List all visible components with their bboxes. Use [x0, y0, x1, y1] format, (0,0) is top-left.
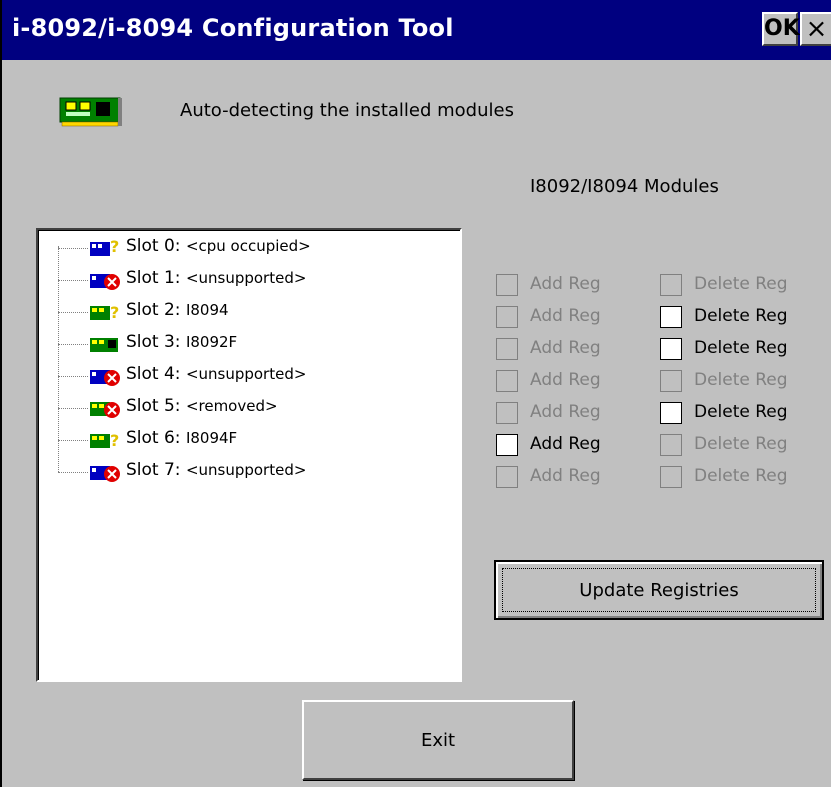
- slot-status: <unsupported>: [185, 365, 307, 383]
- window-title: i-8092/i-8094 Configuration Tool: [12, 14, 454, 42]
- slot-label: Slot 6: I8094F: [126, 428, 237, 448]
- close-button[interactable]: ×: [800, 12, 831, 46]
- tree-branch-line: [58, 376, 88, 377]
- slot-number: Slot 4:: [126, 364, 181, 384]
- tree-branch-line: [58, 408, 88, 409]
- status-message: Auto-detecting the installed modules: [180, 100, 514, 121]
- tree-item-slot-3[interactable]: Slot 3: I8092F: [58, 328, 458, 360]
- module-question-icon: ?: [90, 431, 119, 450]
- update-registries-label: Update Registries: [579, 580, 739, 601]
- add-reg-label: Add Reg: [530, 274, 601, 294]
- delete-reg-label: Delete Reg: [694, 338, 788, 358]
- slot-number: Slot 7:: [126, 460, 181, 480]
- slot-status: <unsupported>: [185, 269, 307, 287]
- slot-label: Slot 1: <unsupported>: [126, 268, 306, 288]
- circuit-board-icon: [59, 97, 122, 127]
- add-reg-checkbox: [496, 402, 518, 424]
- delete-reg-label: Delete Reg: [694, 306, 788, 326]
- add-reg-checkbox[interactable]: [496, 434, 518, 456]
- tree-item-slot-6[interactable]: ? Slot 6: I8094F: [58, 424, 458, 456]
- slot-label: Slot 0: <cpu occupied>: [126, 236, 311, 256]
- add-reg-checkbox: [496, 370, 518, 392]
- update-registries-button[interactable]: Update Registries: [494, 560, 824, 620]
- delete-reg-checkbox: [660, 466, 682, 488]
- slot-label: Slot 4: <unsupported>: [126, 364, 306, 384]
- tree-item-slot-0[interactable]: ? Slot 0: <cpu occupied>: [58, 232, 458, 264]
- slot-status: I8094: [185, 301, 229, 319]
- slot-number: Slot 5:: [126, 396, 181, 416]
- tree-branch-line: [58, 440, 88, 441]
- module-question-icon: ?: [90, 303, 119, 322]
- exit-label: Exit: [420, 730, 456, 751]
- tree-item-slot-7[interactable]: Slot 7: <unsupported>: [58, 456, 458, 488]
- tree-branch-line: [58, 280, 88, 281]
- delete-reg-checkbox[interactable]: [660, 402, 682, 424]
- exit-button[interactable]: Exit: [302, 700, 574, 780]
- slot-status: <removed>: [185, 397, 278, 415]
- add-reg-label: Add Reg: [530, 338, 601, 358]
- module-removed-icon: [90, 402, 120, 418]
- delete-reg-checkbox: [660, 370, 682, 392]
- add-reg-label: Add Reg: [530, 370, 601, 390]
- tree-item-slot-1[interactable]: Slot 1: <unsupported>: [58, 264, 458, 296]
- module-error-icon: [90, 370, 120, 386]
- config-tool-window: i-8092/i-8094 Configuration Tool OK × Au…: [0, 0, 831, 787]
- slot-status: I8092F: [185, 333, 238, 351]
- slot-status: I8094F: [185, 429, 238, 447]
- modules-group-label: I8092/I8094 Modules: [530, 176, 719, 197]
- delete-reg-checkbox: [660, 274, 682, 296]
- slot-tree-view[interactable]: ? Slot 0: <cpu occupied> Slot 1: <unsuppor…: [36, 228, 462, 682]
- delete-reg-label: Delete Reg: [694, 402, 788, 422]
- tree-branch-line: [58, 312, 88, 313]
- module-error-icon: [90, 274, 120, 290]
- slot-number: Slot 0:: [126, 236, 181, 256]
- add-reg-checkbox: [496, 306, 518, 328]
- slot-number: Slot 6:: [126, 428, 181, 448]
- delete-reg-label: Delete Reg: [694, 370, 788, 390]
- delete-reg-checkbox: [660, 434, 682, 456]
- tree-branch-line: [58, 344, 88, 345]
- tree-item-slot-4[interactable]: Slot 4: <unsupported>: [58, 360, 458, 392]
- tree-branch-line: [58, 248, 88, 249]
- add-reg-label: Add Reg: [530, 306, 601, 326]
- delete-reg-label: Delete Reg: [694, 466, 788, 486]
- title-bar: i-8092/i-8094 Configuration Tool OK ×: [2, 0, 831, 60]
- delete-reg-label: Delete Reg: [694, 274, 788, 294]
- add-reg-checkbox: [496, 274, 518, 296]
- add-reg-checkbox: [496, 466, 518, 488]
- slot-number: Slot 3:: [126, 332, 181, 352]
- module-ok-icon: [90, 338, 118, 352]
- svg-text:?: ?: [110, 237, 119, 256]
- add-reg-checkbox: [496, 338, 518, 360]
- add-reg-label: Add Reg: [530, 466, 601, 486]
- slot-label: Slot 7: <unsupported>: [126, 460, 306, 480]
- module-error-icon: [90, 466, 120, 482]
- tree-item-slot-5[interactable]: Slot 5: <removed>: [58, 392, 458, 424]
- delete-reg-checkbox[interactable]: [660, 306, 682, 328]
- tree-branch-line: [58, 472, 88, 473]
- slot-status: <cpu occupied>: [185, 237, 311, 255]
- add-reg-label: Add Reg: [530, 434, 601, 454]
- svg-text:?: ?: [110, 303, 119, 322]
- slot-number: Slot 1:: [126, 268, 181, 288]
- slot-label: Slot 5: <removed>: [126, 396, 278, 416]
- slot-label: Slot 2: I8094: [126, 300, 229, 320]
- ok-button[interactable]: OK: [762, 12, 800, 46]
- cpu-question-icon: ?: [90, 237, 119, 256]
- slot-status: <unsupported>: [185, 461, 307, 479]
- delete-reg-label: Delete Reg: [694, 434, 788, 454]
- svg-text:?: ?: [110, 431, 119, 450]
- slot-number: Slot 2:: [126, 300, 181, 320]
- delete-reg-checkbox[interactable]: [660, 338, 682, 360]
- tree-item-slot-2[interactable]: ? Slot 2: I8094: [58, 296, 458, 328]
- add-reg-label: Add Reg: [530, 402, 601, 422]
- slot-label: Slot 3: I8092F: [126, 332, 237, 352]
